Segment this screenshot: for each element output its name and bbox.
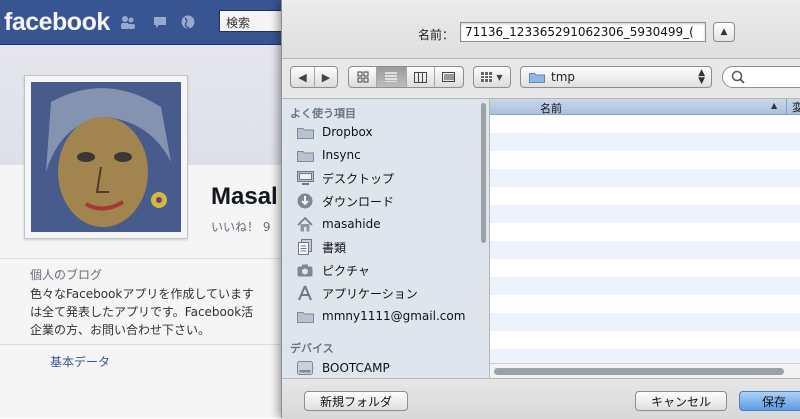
collapse-dialog-button[interactable]: ▲ <box>713 22 735 42</box>
sidebar-item-label: デスクトップ <box>322 171 395 186</box>
sidebar-item-pictures[interactable]: ピクチャ <box>296 260 482 280</box>
documents-icon <box>296 239 314 255</box>
sidebar-item-downloads[interactable]: ダウンロード <box>296 191 482 211</box>
sidebar: よく使う項目 Dropbox Insync デスクトップ ダウンロード masa… <box>282 98 490 379</box>
sidebar-item-label: mmny1111@gmail.com <box>322 309 466 323</box>
download-icon <box>296 193 314 209</box>
sidebar-item-insync[interactable]: Insync <box>296 145 482 165</box>
horizontal-scrollbar[interactable] <box>490 363 800 379</box>
applications-icon <box>296 285 314 301</box>
coverflow-view-button[interactable] <box>435 67 463 87</box>
folder-icon <box>296 308 314 324</box>
column-header-name[interactable]: 名前 <box>540 100 562 116</box>
magnifier-icon <box>731 70 745 84</box>
sidebar-item-desktop[interactable]: デスクトップ <box>296 168 482 188</box>
sort-ascending-icon: ▲ <box>771 101 778 110</box>
list-view-icon <box>385 72 398 82</box>
sidebar-item-label: Dropbox <box>322 125 373 139</box>
sidebar-item-label: アプリケーション <box>322 286 418 301</box>
triangle-up-icon: ▲ <box>720 27 728 37</box>
view-mode-control <box>348 66 464 88</box>
list-view-button[interactable] <box>377 67 407 87</box>
sidebar-item-home[interactable]: masahide <box>296 214 482 234</box>
back-button[interactable]: ◀ <box>291 67 315 87</box>
location-name: tmp <box>551 70 576 84</box>
folder-icon <box>529 73 545 83</box>
camera-icon <box>296 262 314 278</box>
back-forward-control: ◀ ▶ <box>290 66 338 88</box>
sidebar-item-label: 書類 <box>322 240 347 255</box>
location-popup[interactable]: tmp ▲ ▼ <box>520 66 712 88</box>
dropdown-arrow-icon: ▼ <box>496 72 503 82</box>
folder-icon <box>296 147 314 163</box>
filename-input[interactable]: 71136_123365291062306_5930499_( <box>460 22 706 42</box>
save-button[interactable]: 保存 <box>739 391 800 411</box>
icon-view-icon <box>357 71 369 83</box>
file-list[interactable]: 名前 ▲ 変 <box>490 98 800 379</box>
column-header-modified[interactable]: 変 <box>786 99 800 115</box>
sidebar-item-bootcamp[interactable]: BOOTCAMP <box>296 358 482 378</box>
arrange-grid-icon <box>481 72 493 82</box>
cancel-button[interactable]: キャンセル <box>635 391 727 411</box>
folder-icon <box>296 124 314 140</box>
sidebar-item-label: ダウンロード <box>322 194 395 209</box>
file-list-header: 名前 ▲ 変 <box>490 99 800 115</box>
sidebar-item-label: masahide <box>322 217 381 231</box>
back-arrow-icon: ◀ <box>298 70 307 84</box>
dialog-button-bar: 新規フォルダ キャンセル 保存 <box>282 378 800 419</box>
coverflow-view-icon <box>442 72 456 82</box>
arrange-icon-wrap: ▼ <box>474 67 510 87</box>
sidebar-item-dropbox[interactable]: Dropbox <box>296 122 482 142</box>
forward-arrow-icon: ▶ <box>321 70 331 84</box>
devices-header: デバイス <box>290 342 334 355</box>
new-folder-button[interactable]: 新規フォルダ <box>304 391 408 411</box>
filename-label: 名前： <box>418 28 455 42</box>
sidebar-item-label: Insync <box>322 148 361 162</box>
desktop-icon <box>296 170 314 186</box>
sidebar-scrollbar[interactable] <box>481 103 486 243</box>
scrollbar-thumb[interactable] <box>494 368 784 375</box>
save-dialog: 名前： 71136_123365291062306_5930499_( ▲ ◀ … <box>281 0 800 419</box>
search-field[interactable] <box>722 66 800 88</box>
forward-button[interactable]: ▶ <box>315 67 337 87</box>
column-view-icon <box>413 71 427 83</box>
dialog-filename-area: 名前： 71136_123365291062306_5930499_( ▲ <box>282 0 800 59</box>
column-view-button[interactable] <box>407 67 435 87</box>
sidebar-item-gmail-folder[interactable]: mmny1111@gmail.com <box>296 306 482 326</box>
sidebar-item-label: ピクチャ <box>322 263 370 278</box>
favorites-header: よく使う項目 <box>290 107 356 120</box>
sidebar-item-label: BOOTCAMP <box>322 361 390 375</box>
arrange-menu-button[interactable]: ▼ <box>473 66 511 88</box>
icon-view-button[interactable] <box>349 67 378 87</box>
home-icon <box>296 216 314 232</box>
popup-arrows-icon: ▲ ▼ <box>698 68 705 86</box>
disk-icon <box>296 360 314 376</box>
sidebar-item-documents[interactable]: 書類 <box>296 237 482 257</box>
sidebar-item-applications[interactable]: アプリケーション <box>296 283 482 303</box>
